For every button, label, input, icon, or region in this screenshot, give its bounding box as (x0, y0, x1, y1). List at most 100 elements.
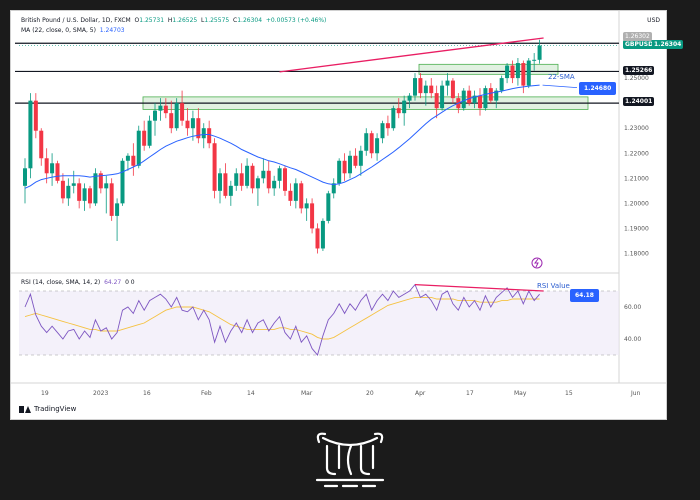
candle-body (245, 165, 250, 186)
candle-body (158, 105, 163, 111)
candle-body (174, 103, 179, 129)
sma-value-tag: 1.24680 (579, 82, 617, 95)
candle-body (163, 105, 168, 114)
rsi-tick-label: 40.00 (624, 336, 641, 343)
candle-body (33, 100, 38, 131)
candle-body (320, 220, 325, 249)
change-value: +0.00573 (+0.46%) (265, 17, 327, 24)
rsi-value-tag: 64.18 (570, 289, 599, 302)
brand-logo (315, 432, 385, 488)
candle-body (510, 65, 515, 79)
candle-body (223, 173, 228, 196)
candle-body (380, 123, 385, 139)
chart-window: 1.18000 1.19000 1.20000 1.21000 1.22000 1.230… (10, 10, 684, 420)
candle-body (23, 168, 27, 186)
candle-body (391, 108, 396, 129)
candle-body (190, 118, 195, 129)
rsi-extra: 0 0 (125, 279, 135, 286)
ma-legend: MA (22, close, 0, SMA, 5) 1.24703 (21, 27, 125, 34)
x-tick-label: 17 (466, 390, 474, 397)
candle-body (429, 85, 434, 94)
candle-body (407, 95, 412, 101)
candle-body (532, 59, 537, 61)
candle-body (66, 185, 71, 199)
candle-body (505, 65, 510, 79)
last-price-tag: 1.26304 (652, 40, 684, 49)
candle-body (440, 85, 445, 109)
candle-body (283, 168, 287, 191)
candle-body (434, 93, 439, 109)
rsi-legend: RSI (14, close, SMA, 14, 2) 64.27 0 0 (21, 279, 135, 286)
candle-body (402, 100, 407, 114)
candle-body (526, 60, 531, 86)
candle-body (385, 123, 390, 129)
candle-body (120, 160, 125, 204)
rsi-tick-label: 60.00 (624, 304, 641, 311)
candle-body (39, 130, 44, 159)
candle-body (342, 160, 347, 174)
x-tick-label: 16 (143, 390, 151, 397)
candle-body (537, 45, 542, 60)
candle-body (250, 165, 255, 189)
x-tick-label: Feb (201, 390, 212, 397)
candle-body (418, 78, 423, 94)
candle-body (50, 163, 55, 174)
candle-body (272, 180, 277, 189)
candle-body (153, 110, 157, 121)
candle-body (147, 120, 152, 146)
y-tick-label: 1.19000 (624, 225, 649, 232)
candle-body (478, 95, 482, 109)
candle-body (228, 185, 233, 196)
ma-value: 1.24703 (99, 27, 125, 34)
candle-body (180, 103, 185, 121)
candle-body (423, 85, 428, 94)
y-tick-label: 1.20000 (624, 200, 649, 207)
resistance-1-tag: 1.25266 (623, 66, 655, 75)
candle-body (413, 78, 417, 96)
candle-body (483, 88, 488, 109)
ma-title: MA (22, close, 0, SMA, 5) (21, 27, 96, 34)
candle-body (125, 155, 130, 161)
candle-body (55, 163, 60, 181)
top-partial-tag: 1.26302 (623, 32, 652, 41)
rsi-band (19, 291, 619, 355)
candle-body (109, 183, 114, 216)
candle-body (445, 80, 450, 86)
candle-body (348, 155, 352, 174)
candle-body (255, 178, 260, 189)
candle-body (234, 173, 239, 186)
support-zone (418, 63, 559, 75)
candle-body (315, 228, 320, 249)
symbol-legend: British Pound / U.S. Dollar, 1D, FXCM O1… (21, 17, 326, 24)
candle-body (185, 120, 190, 129)
candle-body (326, 193, 331, 221)
candle-body (515, 63, 520, 79)
candle-body (93, 173, 98, 204)
candle-body (201, 128, 206, 139)
candle-body (293, 183, 298, 201)
resistance-2-tag: 1.24001 (623, 97, 655, 106)
candle-body (136, 130, 141, 166)
candle-body (450, 80, 455, 99)
candle-body (467, 90, 472, 104)
x-tick-label: 15 (565, 390, 573, 397)
symbol-tag: GBPUSD (623, 40, 656, 49)
tradingview-logo[interactable]: TradingView (19, 405, 76, 413)
sma-pointer (542, 84, 578, 89)
x-tick-label: 19 (41, 390, 49, 397)
candle-body (131, 155, 136, 166)
candle-body (369, 133, 374, 154)
candle-body (277, 168, 282, 181)
x-tick-label: 20 (366, 390, 374, 397)
candle-body (142, 130, 147, 146)
candle-body (310, 203, 315, 229)
y-tick-label: 1.22000 (624, 150, 649, 157)
candle-body (60, 180, 65, 199)
candle-body (218, 173, 222, 191)
candle-body (461, 90, 466, 109)
candle-body (239, 173, 244, 186)
candle-body (77, 183, 82, 201)
candle-body (353, 155, 358, 166)
symbol-title: British Pound / U.S. Dollar, 1D, FXCM (21, 17, 131, 24)
close-value: 1.26304 (237, 17, 263, 24)
